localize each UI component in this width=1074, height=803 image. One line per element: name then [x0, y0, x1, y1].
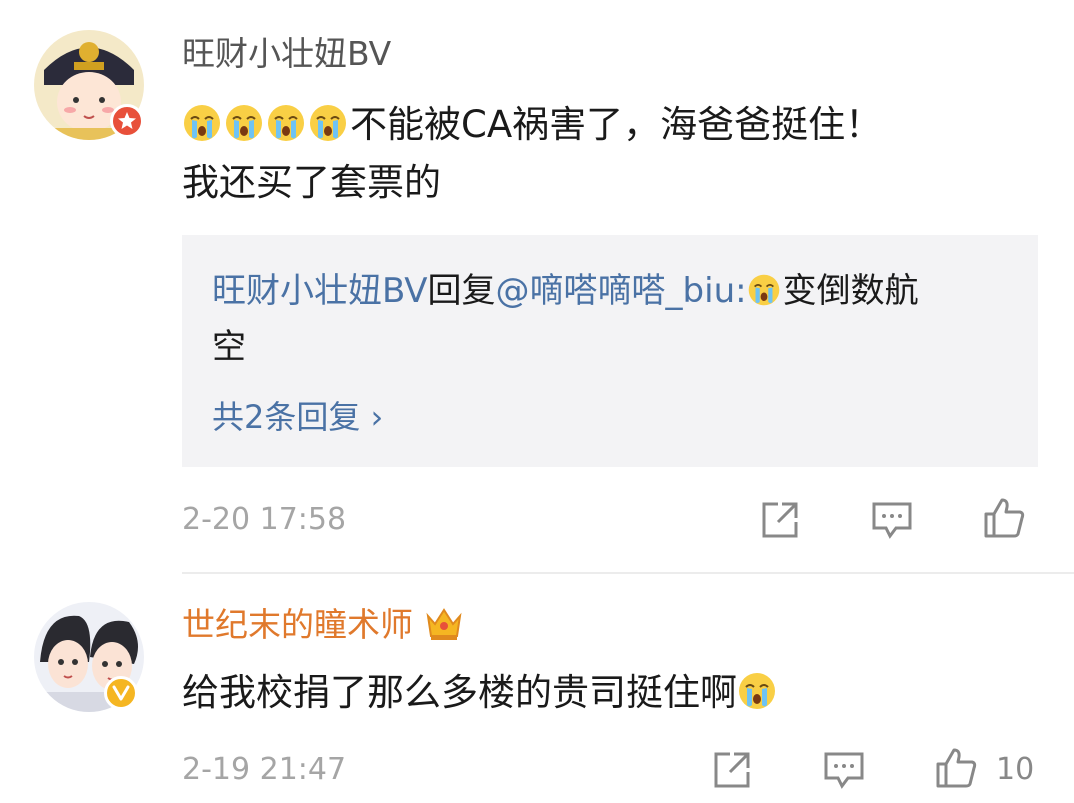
timestamp: 2-20 17:58: [182, 502, 347, 537]
comment-text-line1: 不能被CA祸害了，海爸爸挺住！: [350, 103, 883, 146]
like-icon[interactable]: [980, 494, 1028, 542]
username-row: 世纪末的瞳术师: [182, 604, 464, 645]
crying-emoji: [266, 103, 306, 143]
crying-emoji: [224, 103, 264, 143]
share-icon[interactable]: [756, 496, 804, 544]
comment-text: 给我校捐了那么多楼的贵司挺住啊: [182, 664, 779, 722]
username[interactable]: 旺财小壮妞BV: [182, 34, 391, 74]
verified-badge-icon: [110, 104, 144, 138]
comment-icon[interactable]: [868, 496, 916, 544]
divider: [182, 572, 1074, 574]
username[interactable]: 世纪末的瞳术师: [182, 605, 413, 644]
reply-verb: 回复: [427, 271, 496, 311]
comment-icon[interactable]: [820, 746, 868, 794]
comment-item: 世纪末的瞳术师 给我校捐了那么多楼的贵司挺住啊 2-19 21:47 10: [0, 578, 1074, 803]
reply-text-part1: 变倒数航: [782, 271, 919, 311]
crying-emoji: [747, 273, 781, 307]
crying-emoji: [308, 103, 348, 143]
reply-mention[interactable]: @嘀嗒嘀嗒_biu:: [496, 271, 747, 311]
share-icon[interactable]: [708, 746, 756, 794]
like-count: 10: [996, 752, 1035, 787]
reply-author[interactable]: 旺财小壮妞BV: [212, 271, 428, 311]
more-replies-link[interactable]: 共2条回复 ›: [212, 397, 383, 437]
reply-preview[interactable]: 旺财小壮妞BV回复@嘀嗒嘀嗒_biu: 变倒数航 空 共2条回复 ›: [182, 235, 1038, 467]
crying-emoji: [737, 671, 777, 711]
reply-text-part2: 空: [212, 327, 246, 367]
verified-badge-icon: [104, 676, 138, 710]
crying-emoji: [182, 103, 222, 143]
comment-item: 旺财小壮妞BV 不能被CA祸害了，海爸爸挺住！ 我还买了套票的 旺财小壮妞BV回…: [0, 0, 1074, 572]
like-icon[interactable]: [932, 744, 980, 792]
comment-text: 不能被CA祸害了，海爸爸挺住！ 我还买了套票的: [182, 96, 1042, 212]
timestamp: 2-19 21:47: [182, 752, 347, 787]
reply-text: 旺财小壮妞BV回复@嘀嗒嘀嗒_biu: 变倒数航 空: [212, 263, 1012, 375]
crown-icon[interactable]: [424, 604, 464, 644]
comment-text-body: 给我校捐了那么多楼的贵司挺住啊: [182, 671, 737, 714]
comment-text-line2: 我还买了套票的: [182, 161, 441, 204]
